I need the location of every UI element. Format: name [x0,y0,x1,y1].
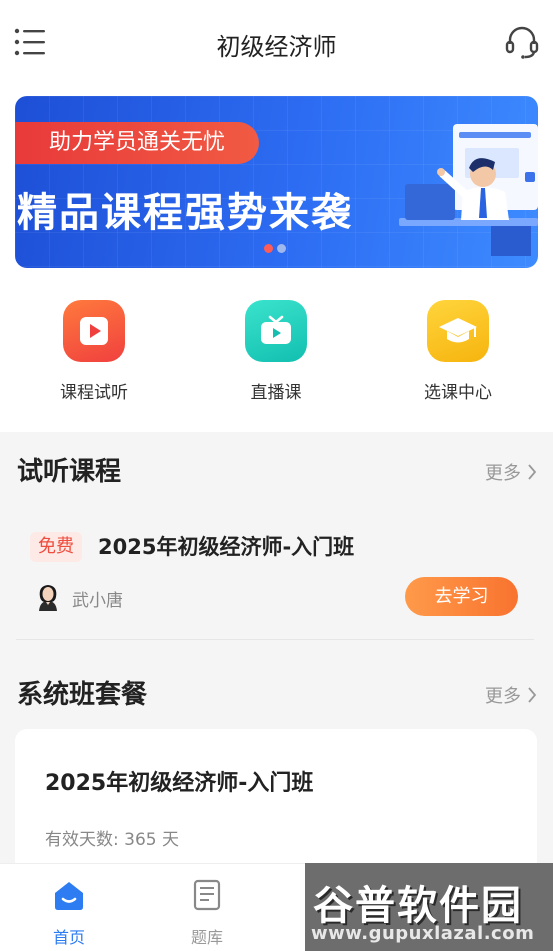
watermark-overlay: 谷普软件园 www.gupuxlazal.com [305,863,553,951]
question-bank-icon [193,879,221,911]
package-title: 2025年初级经济师-入门班 [45,771,314,796]
home-icon [55,882,83,910]
tab-question-bank[interactable]: 题库 [167,878,247,948]
tab-label: 题库 [190,928,223,947]
page-title: 初级经济师 [216,33,337,61]
promo-banner[interactable]: 助力学员通关无忧 精品课程强势来袭 [15,96,538,268]
teacher-illustration-icon [399,124,538,256]
tv-icon [245,300,307,362]
quick-action-label: 课程试听 [60,383,128,403]
quick-action-label: 直播课 [250,383,302,403]
pagination-dot[interactable] [277,244,286,253]
package-card[interactable]: 2025年初级经济师-入门班 有效天数: 365 天 [15,729,537,879]
trial-section-title: 试听课程 [17,457,122,487]
tab-label: 首页 [52,928,85,947]
package-more-link[interactable]: 更多 [485,682,537,708]
play-icon [63,300,125,362]
tab-home[interactable]: 首页 [29,878,109,948]
teacher-avatar [39,585,57,611]
package-validity: 有效天数: 365 天 [45,830,179,850]
quick-action-course-trial[interactable]: 课程试听 [24,300,164,403]
quick-action-label: 选课中心 [424,383,492,403]
chevron-right-icon [528,687,537,703]
teacher-name: 武小唐 [72,591,123,611]
more-label: 更多 [485,463,521,484]
banner-pagination [264,244,286,253]
banner-tagline: 助力学员通关无忧 [15,122,259,164]
pagination-dot-active[interactable] [264,244,273,253]
divider [16,639,534,640]
quick-action-course-center[interactable]: 选课中心 [388,300,528,403]
top-bar: 初级经济师 [0,0,553,86]
go-study-button[interactable]: 去学习 [405,577,518,616]
chevron-right-icon [528,464,537,480]
quick-action-live-class[interactable]: 直播课 [206,300,346,403]
trial-course-title[interactable]: 2025年初级经济师-入门班 [98,531,354,561]
banner-headline: 精品课程强势来袭 [17,190,353,236]
watermark-url: www.gupuxlazal.com [311,923,535,944]
more-label: 更多 [485,686,521,707]
package-section-title: 系统班套餐 [17,680,148,710]
graduation-cap-icon [427,300,489,362]
customer-service-headset-icon[interactable] [504,24,540,60]
free-badge: 免费 [30,532,82,562]
trial-more-link[interactable]: 更多 [485,459,537,485]
